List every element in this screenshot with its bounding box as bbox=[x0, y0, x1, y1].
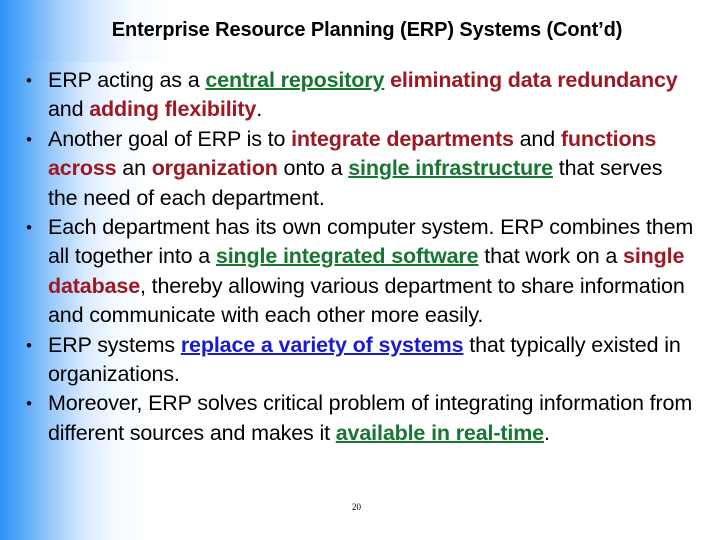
slide-body: ERP acting as a central repository elimi… bbox=[0, 66, 720, 540]
emphasis-text: integrate departments bbox=[291, 126, 514, 151]
page-title: Enterprise Resource Planning (ERP) Syste… bbox=[111, 19, 623, 41]
bullet-item: ERP systems replace a variety of systems… bbox=[24, 331, 694, 390]
bullet-item: ERP acting as a central repository elimi… bbox=[24, 66, 694, 125]
slide: Enterprise Resource Planning (ERP) Syste… bbox=[0, 0, 720, 540]
body-text: an bbox=[116, 156, 152, 181]
body-text: and bbox=[513, 126, 561, 151]
page-number: 20 bbox=[352, 502, 361, 512]
body-text: that work on a bbox=[478, 244, 624, 269]
body-text: Another goal of ERP is to bbox=[48, 126, 292, 151]
emphasis-text: replace a variety of systems bbox=[180, 332, 464, 357]
bullet-item: Each department has its own computer sys… bbox=[24, 213, 694, 331]
body-text: and bbox=[48, 97, 90, 122]
emphasis-text: central repository bbox=[205, 68, 385, 92]
body-text: ERP acting as a bbox=[48, 68, 206, 92]
body-text: , thereby allowing various department to… bbox=[48, 273, 685, 328]
body-text: onto a bbox=[277, 156, 349, 181]
emphasis-text: eliminating data redundancy bbox=[390, 68, 678, 92]
emphasis-text: organization bbox=[151, 156, 278, 181]
bullet-item: Another goal of ERP is to integrate depa… bbox=[24, 125, 694, 213]
emphasis-text: available in real-time bbox=[335, 420, 544, 445]
body-text: . bbox=[543, 420, 550, 445]
emphasis-text: adding flexibility bbox=[89, 97, 257, 122]
bullet-item: Moreover, ERP solves critical problem of… bbox=[24, 389, 694, 448]
bullet-list: ERP acting as a central repository elimi… bbox=[0, 66, 720, 448]
emphasis-text: single integrated software bbox=[215, 244, 479, 269]
body-text: ERP systems bbox=[48, 332, 181, 357]
body-text: . bbox=[256, 97, 263, 122]
emphasis-text: single infrastructure bbox=[348, 156, 553, 181]
